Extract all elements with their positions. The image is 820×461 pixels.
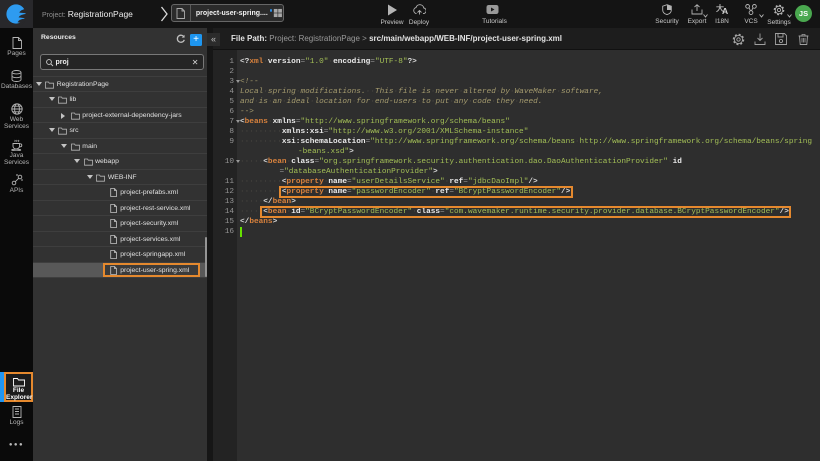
svg-text:A: A [722, 6, 728, 15]
